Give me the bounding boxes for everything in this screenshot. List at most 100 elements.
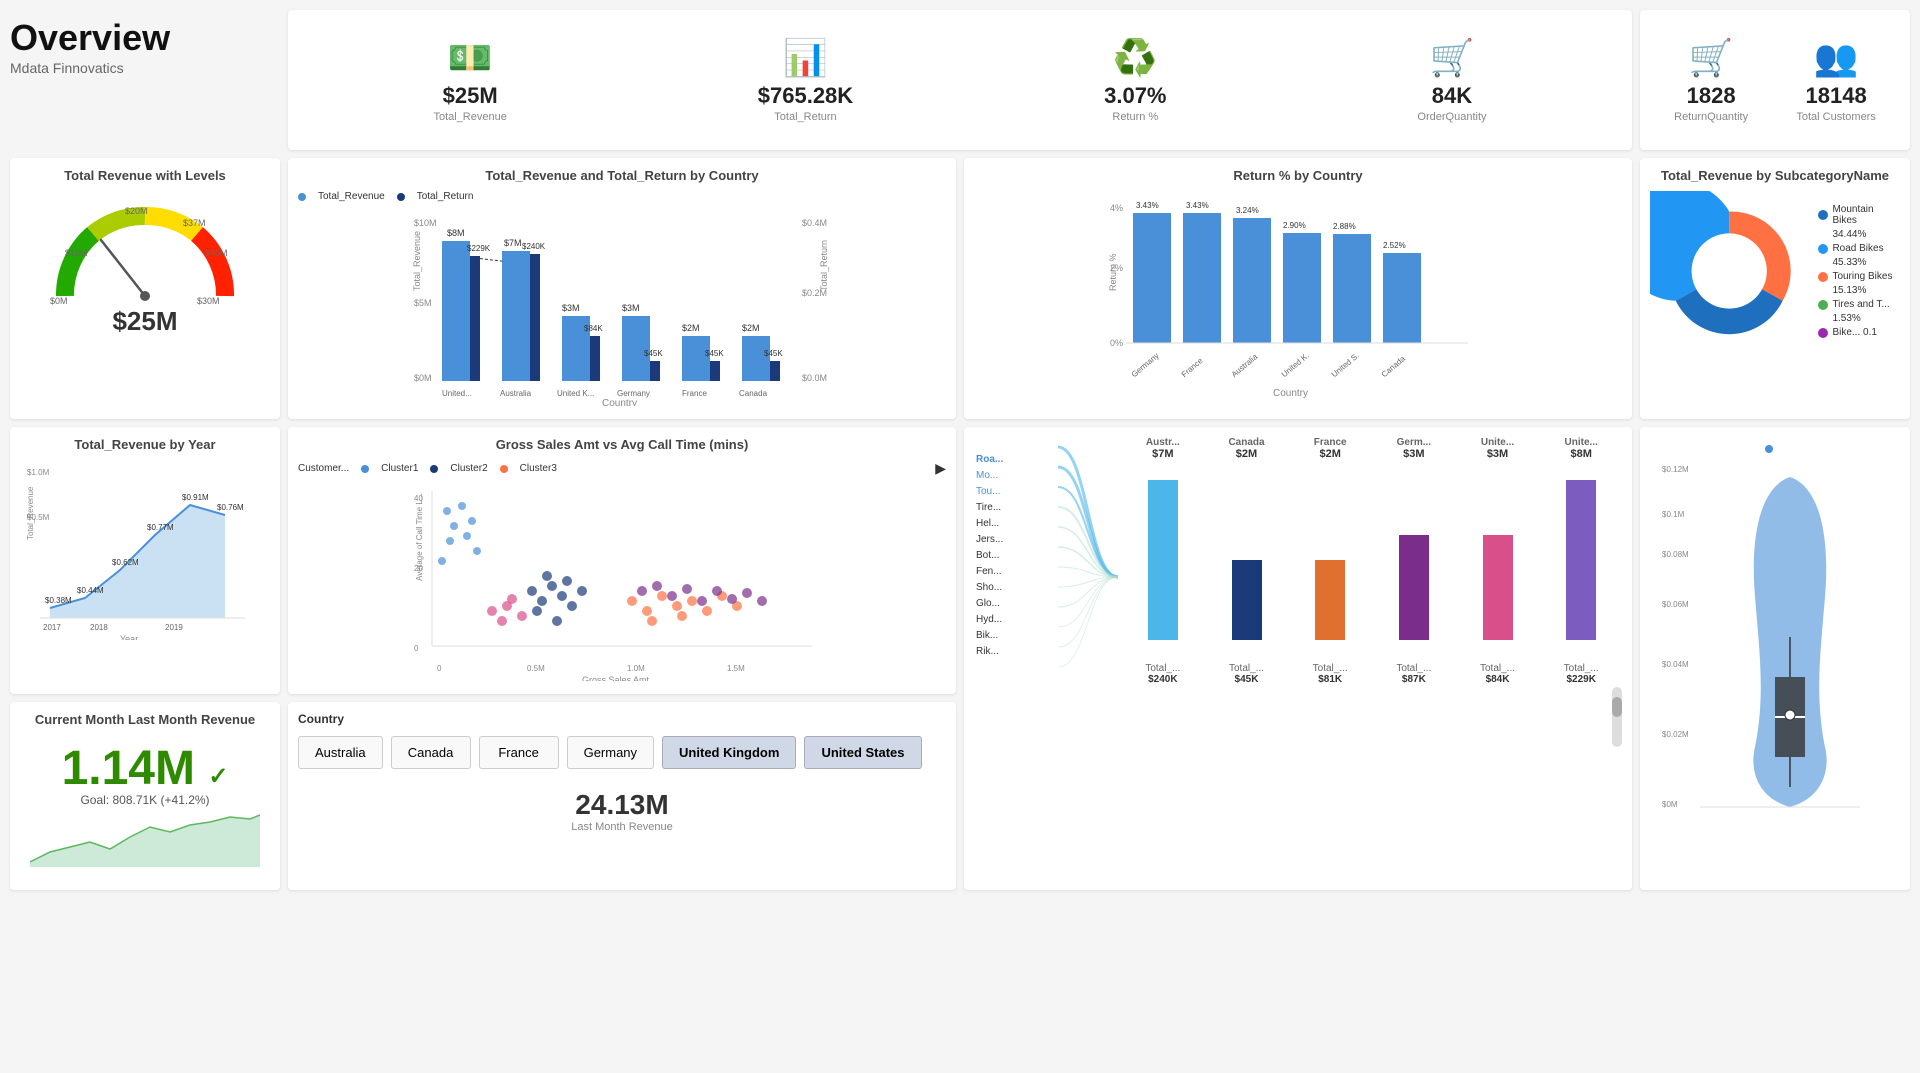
- col-sub-val-france: $81K: [1289, 674, 1371, 685]
- country-btn-germany[interactable]: Germany: [567, 736, 654, 769]
- kpi-item-total-return: 📊 $765.28K Total_Return: [743, 32, 868, 128]
- revenue-return-svg: $10M $5M $0M $0.4M $0.2M $0.0M $8M $229K…: [298, 206, 946, 406]
- col-total-canada: $2M: [1206, 448, 1288, 460]
- last-month-label: Last Month Revenue: [298, 821, 946, 833]
- scatter-card: Gross Sales Amt vs Avg Call Time (mins) …: [288, 427, 956, 694]
- svg-text:$0.38M: $0.38M: [45, 596, 72, 605]
- bar-us-revenue: [442, 241, 470, 381]
- kpi-label-total-return: Total_Return: [774, 111, 836, 123]
- col-bar-germany: [1389, 460, 1439, 660]
- legend-road-bikes: Road Bikes: [1818, 243, 1900, 254]
- current-month-number: 1.14M: [62, 742, 195, 795]
- svg-text:Australia: Australia: [500, 389, 532, 398]
- current-month-value-row: 1.14M ✓: [30, 745, 260, 793]
- legend-revenue-label: Total_Revenue: [318, 191, 385, 202]
- bar-ret-fr: [1183, 213, 1221, 343]
- donut-hole: [1692, 233, 1767, 308]
- svg-text:$0.62M: $0.62M: [112, 558, 139, 567]
- return-pct-svg: 4% 2% 0% 3.43% Germany 3.43% France 3.24…: [974, 191, 1622, 401]
- legend-dot-road: [1818, 244, 1828, 254]
- svg-text:$0.06M: $0.06M: [1662, 600, 1689, 609]
- col-sub-val-australia: $240K: [1122, 674, 1204, 685]
- gauge-center: [140, 291, 150, 301]
- kpi-item-order-qty: 🛒 84K OrderQuantity: [1402, 32, 1501, 128]
- matrix-scrollbar[interactable]: [1122, 687, 1622, 747]
- legend-tires: Tires and T...: [1818, 299, 1900, 310]
- svg-text:France: France: [682, 389, 707, 398]
- donut-card: Total_Revenue by SubcategoryName Mountai…: [1640, 158, 1910, 419]
- legend-label-road: Road Bikes: [1832, 243, 1883, 254]
- svg-text:$5M: $5M: [414, 298, 432, 308]
- col-sub-val-canada: $45K: [1206, 674, 1288, 685]
- col-sub-australia: Total_...: [1122, 663, 1204, 674]
- svg-text:$45K: $45K: [705, 349, 724, 358]
- col-sub-val-germany: $87K: [1373, 674, 1455, 685]
- svg-text:Year: Year: [120, 634, 138, 640]
- legend-pct-tires: 1.53%: [1832, 313, 1900, 324]
- legend-pct-touring: 15.13%: [1832, 285, 1900, 296]
- violin-legend-dot: [1765, 445, 1773, 453]
- svg-text:0: 0: [414, 644, 419, 653]
- bar-ret-uk: [1283, 233, 1321, 343]
- kpi-label-return-qty: ReturnQuantity: [1674, 111, 1748, 123]
- kpi-value-total-return: $765.28K: [758, 83, 853, 109]
- col-total-germany: $3M: [1373, 448, 1455, 460]
- cat-jerseys: Jers...: [974, 532, 1054, 547]
- kpi-icon-total-customers: 👥: [1814, 37, 1859, 79]
- sankey-flow: [1058, 437, 1118, 720]
- svg-text:Germany: Germany: [617, 389, 650, 398]
- legend-return-label: Total_Return: [417, 191, 474, 202]
- col-sub-uk: Total_...: [1457, 663, 1539, 674]
- matrix-cat-list: Roa... Mo... Tou... Tire... Hel... Jers.…: [974, 452, 1054, 659]
- scatter-expand-icon[interactable]: ▶: [935, 460, 946, 477]
- kpi-label-return-pct: Return %: [1112, 111, 1158, 123]
- col-header-australia: Austr...: [1122, 437, 1204, 448]
- svg-text:$229K: $229K: [467, 244, 491, 253]
- col-bar-uk: [1473, 460, 1523, 660]
- scrollbar-track: [1612, 687, 1622, 747]
- scatter-cluster1-label: Cluster1: [381, 463, 418, 474]
- donut-svg: [1650, 191, 1808, 351]
- col-sub-val-uk: $84K: [1457, 674, 1539, 685]
- svg-text:Return %: Return %: [1108, 253, 1118, 291]
- kpi-icon-order-qty: 🛒: [1430, 37, 1475, 79]
- country-btn-canada[interactable]: Canada: [391, 736, 471, 769]
- gauge-green: [65, 234, 93, 296]
- matrix-header: Roa... Mo... Tou... Tire... Hel... Jers.…: [974, 437, 1622, 747]
- sparkline-area: [30, 815, 260, 867]
- cat-bottles: Bot...: [974, 548, 1054, 563]
- col-sub-us: Total_...: [1540, 663, 1622, 674]
- svg-text:$0M: $0M: [414, 373, 432, 383]
- svg-text:Country: Country: [602, 398, 637, 406]
- country-btn-australia[interactable]: Australia: [298, 736, 383, 769]
- country-buttons-container: Australia Canada France Germany United K…: [298, 736, 946, 769]
- svg-text:Gross Sales Amt: Gross Sales Amt: [582, 675, 650, 681]
- kpi-label-total-revenue: Total_Revenue: [433, 111, 506, 123]
- svg-text:Total_Revenue: Total_Revenue: [26, 486, 35, 540]
- svg-text:United...: United...: [442, 389, 472, 398]
- app-title: Overview: [10, 20, 280, 56]
- gauge-label-20m: $20M: [125, 206, 148, 216]
- cat-bike2: Rik...: [974, 644, 1054, 659]
- svg-text:$7M: $7M: [504, 238, 522, 248]
- sparkline-svg: [30, 807, 260, 867]
- revenue-return-title: Total_Revenue and Total_Return by Countr…: [298, 168, 946, 183]
- col-bar-france: [1305, 460, 1355, 660]
- bar-ret-au: [1233, 218, 1271, 343]
- gauge-yellow-green: [93, 216, 145, 234]
- country-btn-us[interactable]: United States: [804, 736, 921, 769]
- matrix-col-us: Unite... $8M Total_... $229K: [1540, 437, 1622, 685]
- col-sub-canada: Total_...: [1206, 663, 1288, 674]
- current-month-goal: Goal: 808.71K (+41.2%): [30, 793, 260, 807]
- svg-text:$84K: $84K: [584, 324, 603, 333]
- country-btn-uk[interactable]: United Kingdom: [662, 736, 796, 769]
- col-sub-france: Total_...: [1289, 663, 1371, 674]
- bar-au-return: [530, 254, 540, 381]
- svg-text:$0M: $0M: [1662, 800, 1678, 809]
- svg-text:$0.12M: $0.12M: [1662, 465, 1689, 474]
- col-bar-canada: [1222, 460, 1272, 660]
- legend-dot-bikes: [1818, 328, 1828, 338]
- scatter-cluster3-dot: [500, 465, 508, 473]
- last-month-container: 24.13M Last Month Revenue: [298, 789, 946, 833]
- country-btn-france[interactable]: France: [479, 736, 559, 769]
